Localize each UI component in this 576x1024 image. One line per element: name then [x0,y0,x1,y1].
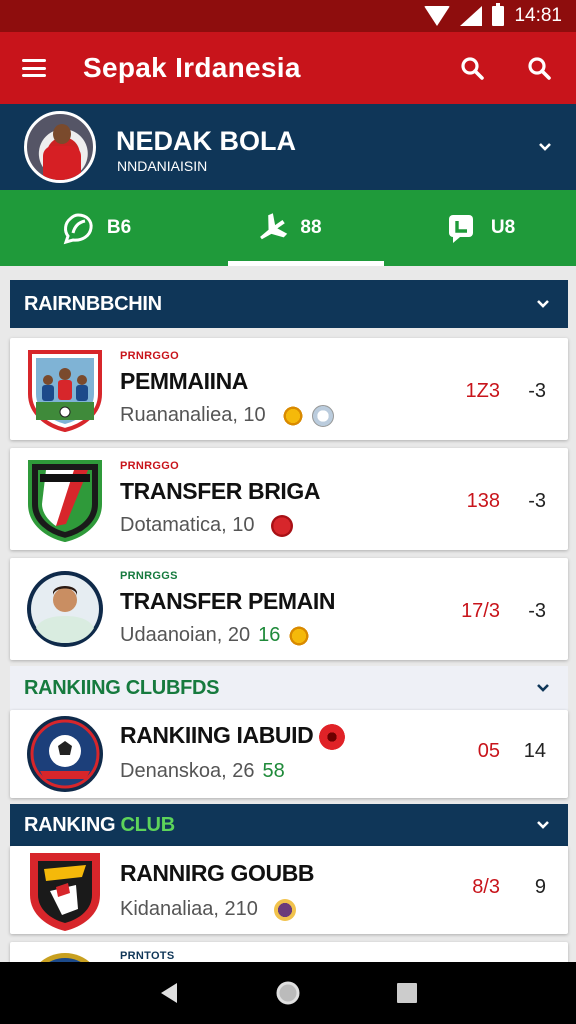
message-icon [445,211,479,245]
sun-badge-icon [288,624,311,647]
signal-icon [460,6,483,26]
card-kicker: PRNRGGO [120,460,179,472]
list-item[interactable]: PRNRGGO TRANSFER BRIGA Dotamatica, 10 13… [10,448,568,550]
search-icon[interactable] [460,56,484,80]
tab-label: 88 [300,217,322,238]
plane-icon [254,211,288,245]
card-title: RANKIING IABUID [120,722,346,750]
status-time: 14:81 [514,5,562,26]
chevron-down-icon[interactable] [536,820,550,830]
chevron-down-icon[interactable] [536,683,550,693]
avatar [24,111,96,183]
green-shield-icon [28,460,102,542]
card-stat: 05 [477,740,500,762]
list-item[interactable]: RANKIING IABUID Denanskoa, 26 58 05 14 [10,710,568,798]
leaf-chat-icon [61,211,95,245]
card-kicker: PRNTOTS [120,950,175,962]
sun-badge-icon [281,404,304,427]
tab-bar: B6 88 U8 [0,190,576,266]
tab-messages[interactable]: U8 [384,190,576,266]
card-stat: 17/3 [461,600,500,622]
tab-transfer[interactable]: 88 [192,190,384,266]
list-item[interactable]: PRNRGGS TRANSFER PEMAIN Udaanoian, 20 16 … [10,558,568,660]
chevron-down-icon[interactable] [536,299,550,309]
section-header[interactable]: RANKIING CLUBFDS [10,666,568,710]
home-icon[interactable] [275,980,301,1006]
app-title: Sepak Irdanesia [83,52,301,83]
ball-crest-icon [27,716,103,792]
card-meta: Denanskoa, 26 58 [120,760,285,782]
card-stat-secondary: -3 [528,490,546,512]
card-stat: 138 [466,490,500,512]
chevron-down-icon[interactable] [538,142,552,152]
list-item[interactable]: RANNIRG GOUBB Kidanaliaa, 210 8/3 9 [10,846,568,934]
profile-header[interactable]: NEDAK BOLA NNDANIAISIN [0,104,576,190]
red-badge-icon [319,723,346,750]
tab-label: U8 [490,217,516,238]
card-title: TRANSFER BRIGA [120,478,321,504]
tab-label: B6 [106,217,132,238]
app-bar: Sepak Irdanesia [0,32,576,104]
section-title: RAIRNBBCHIN [24,292,162,315]
red-black-shield-icon [30,853,100,931]
ball-badge-icon [311,404,334,427]
card-stat: 1Z3 [465,380,500,402]
battery-icon [492,3,505,26]
card-title: PEMMAIINA [120,368,249,394]
card-stat-secondary: -3 [528,600,546,622]
list-item[interactable]: PRNRGGO PEMMAIINA Ruananaliea, 10 1Z3 -3 [10,338,568,440]
system-nav-bar [0,962,576,1024]
card-stat-secondary: 14 [523,740,546,762]
card-kicker: PRNRGGO [120,350,179,362]
profile-name: NEDAK BOLA [116,126,296,156]
card-meta: Dotamatica, 10 [120,514,293,537]
red-badge-icon [270,514,293,537]
section-title: RANKING CLUB [24,813,175,836]
search-icon[interactable] [527,56,551,80]
recents-icon[interactable] [394,980,420,1006]
wifi-icon [424,6,451,26]
player-avatar-icon [27,571,103,647]
card-stat-secondary: -3 [528,380,546,402]
card-stat: 8/3 [472,876,500,898]
profile-subtitle: NNDANIAISIN [117,158,208,174]
purple-badge-icon [273,898,296,921]
tab-chat[interactable]: B6 [0,190,192,266]
card-title: RANNIRG GOUBB [120,860,315,886]
card-stat-secondary: 9 [534,876,546,898]
section-title: RANKIING CLUBFDS [24,676,220,699]
card-meta: Kidanaliaa, 210 [120,898,296,921]
card-title: TRANSFER PEMAIN [120,588,336,614]
section-header[interactable]: RANKING CLUB [10,804,568,846]
card-meta: Udaanoian, 20 16 [120,624,311,647]
card-kicker: PRNRGGS [120,570,178,582]
status-bar: 14:81 [0,0,576,32]
team-photo-shield-icon [28,350,102,432]
card-meta: Ruananaliea, 10 [120,404,334,427]
menu-icon[interactable] [22,59,46,77]
back-icon[interactable] [156,980,182,1006]
section-header[interactable]: RAIRNBBCHIN [10,280,568,328]
